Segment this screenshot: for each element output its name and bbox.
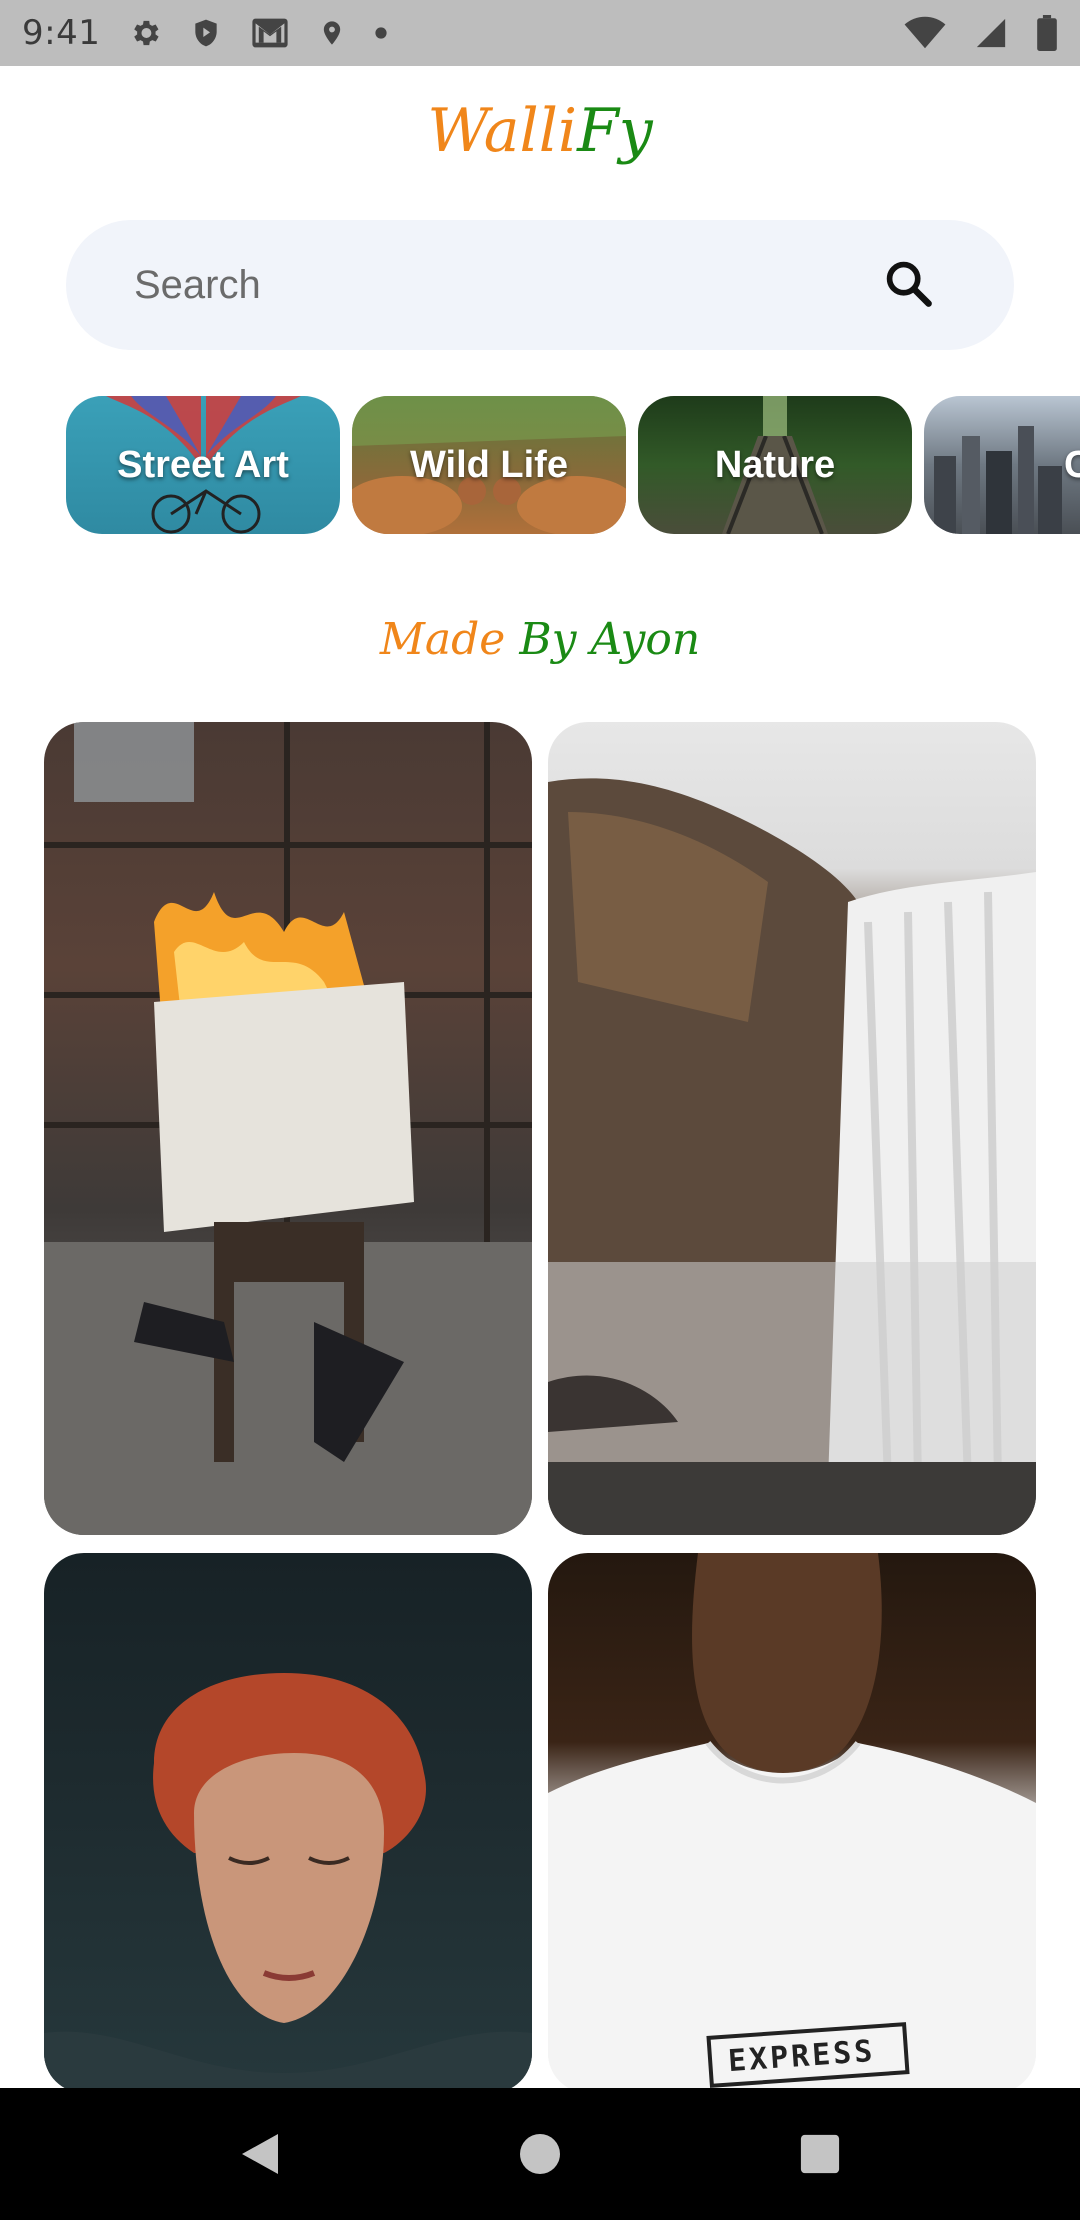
navigation-bar bbox=[0, 2088, 1080, 2220]
recents-icon[interactable] bbox=[780, 2114, 860, 2194]
screen: 9:41 WalliFy Search Street Art Wild Life… bbox=[0, 0, 1080, 2220]
signal-icon bbox=[974, 16, 1008, 50]
status-bar: 9:41 bbox=[0, 0, 1080, 66]
search-bar[interactable] bbox=[66, 220, 1014, 350]
waterfall-image bbox=[548, 778, 1036, 1535]
woman-portrait-image bbox=[44, 1673, 532, 2093]
search-input[interactable] bbox=[132, 261, 836, 309]
category-label: Nature bbox=[714, 443, 836, 486]
photo-burning-newspaper[interactable] bbox=[44, 722, 532, 1535]
photo-woman-portrait[interactable] bbox=[44, 1553, 532, 2093]
category-nature[interactable]: Nature bbox=[638, 396, 912, 534]
credit-text: Made By Ayon bbox=[0, 614, 1080, 665]
back-icon[interactable] bbox=[220, 2114, 300, 2194]
app-title-part2: Fy bbox=[577, 96, 653, 166]
location-icon bbox=[318, 16, 346, 50]
city-image bbox=[934, 426, 1062, 534]
credit-part2: By Ayon bbox=[519, 614, 701, 665]
app-title: WalliFy bbox=[0, 96, 1080, 166]
category-street-art[interactable]: Street Art bbox=[66, 396, 340, 534]
photo-express-tshirt[interactable]: EXPRESS bbox=[548, 1553, 1036, 2093]
home-icon[interactable] bbox=[500, 2114, 580, 2194]
battery-icon bbox=[1036, 15, 1058, 51]
search-icon[interactable] bbox=[882, 257, 934, 313]
burning-newspaper-image bbox=[44, 722, 532, 1535]
gear-icon bbox=[128, 16, 162, 50]
credit-part1: Made bbox=[379, 614, 506, 665]
category-list: Street Art Wild Life Nature C bbox=[66, 396, 1080, 534]
gmail-icon bbox=[250, 17, 290, 49]
wifi-icon bbox=[904, 16, 946, 50]
photo-waterfall[interactable] bbox=[548, 722, 1036, 1535]
category-label: Wild Life bbox=[410, 443, 568, 486]
play-protect-icon bbox=[190, 16, 222, 50]
category-wild-life[interactable]: Wild Life bbox=[352, 396, 626, 534]
category-label: City bbox=[1064, 443, 1080, 486]
express-tshirt-image bbox=[548, 1553, 1036, 2093]
status-time: 9:41 bbox=[22, 13, 101, 53]
dot-icon bbox=[374, 26, 388, 40]
category-label: Street Art bbox=[117, 443, 289, 486]
category-city[interactable]: City bbox=[924, 396, 1080, 534]
app-title-part1: Walli bbox=[427, 96, 578, 166]
